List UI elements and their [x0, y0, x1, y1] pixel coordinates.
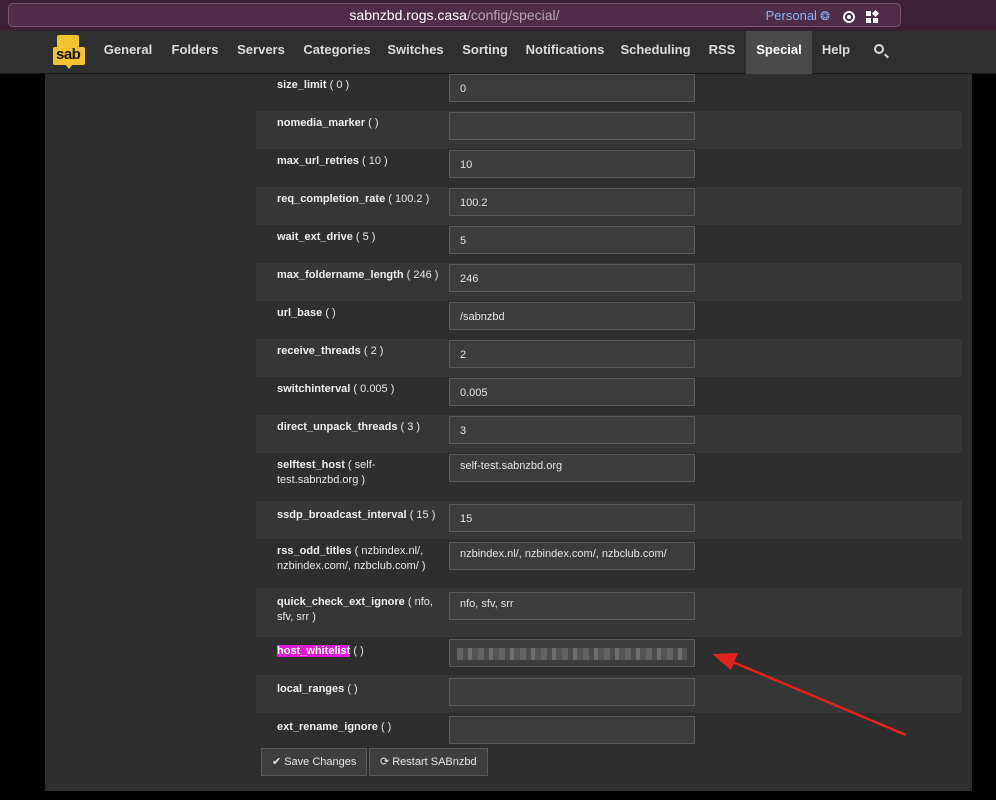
setting-row-switchinterval: switchinterval ( 0.005 ) 0.005 [256, 377, 962, 415]
setting-label: switchinterval ( 0.005 ) [277, 383, 395, 395]
quick-check-ext-ignore-input[interactable]: nfo, sfv, srr [449, 592, 695, 620]
nav-folders[interactable]: Folders [162, 31, 228, 74]
max-foldername-length-input[interactable]: 246 [449, 264, 695, 292]
nav-help[interactable]: Help [813, 31, 859, 74]
main-nav: sab General Folders Servers Categories S… [0, 31, 996, 74]
setting-row-local-ranges: local_ranges ( ) [256, 675, 962, 713]
profile-indicator[interactable]: Personal ❂ [766, 8, 830, 23]
url-host: sabnzbd.rogs.casa [349, 7, 467, 23]
nav-rss[interactable]: RSS [699, 31, 745, 74]
setting-label: req_completion_rate ( 100.2 ) [277, 193, 430, 205]
setting-label: receive_threads ( 2 ) [277, 345, 384, 357]
nav-scheduling[interactable]: Scheduling [613, 31, 698, 74]
setting-row-size-limit: size_limit ( 0 ) 0 [256, 74, 962, 111]
setting-label: ext_rename_ignore ( ) [277, 721, 392, 733]
refresh-icon: ⟳ [380, 756, 390, 768]
setting-row-max-foldername-length: max_foldername_length ( 246 ) 246 [256, 263, 962, 301]
nav-special[interactable]: Special [746, 31, 812, 74]
browser-toolbar: sabnzbd.rogs.casa/config/special/ Person… [0, 0, 996, 31]
setting-row-wait-ext-drive: wait_ext_drive ( 5 ) 5 [256, 225, 962, 263]
setting-label: direct_unpack_threads ( 3 ) [277, 421, 421, 433]
setting-label: rss_odd_titles ( nzbindex.nl/, nzbindex.… [277, 545, 426, 572]
url-path: /config/special/ [466, 7, 560, 23]
setting-label: ssdp_broadcast_interval ( 15 ) [277, 509, 436, 521]
highlighted-setting-key: host_whitelist [277, 645, 351, 657]
req-completion-rate-input[interactable]: 100.2 [449, 188, 695, 216]
setting-label: local_ranges ( ) [277, 683, 358, 695]
checkmark-icon: ✔ [272, 756, 282, 768]
setting-row-ext-rename-ignore: ext_rename_ignore ( ) [256, 713, 962, 751]
setting-label: max_url_retries ( 10 ) [277, 155, 388, 167]
save-changes-button[interactable]: ✔ Save Changes [261, 748, 368, 776]
profile-name: Personal [765, 8, 817, 23]
setting-row-nomedia-marker: nomedia_marker ( ) [256, 111, 962, 149]
setting-label: quick_check_ext_ignore ( nfo, sfv, srr ) [277, 596, 433, 623]
setting-row-host-whitelist: host_whitelist ( ) [256, 637, 962, 675]
setting-row-ssdp-broadcast-interval: ssdp_broadcast_interval ( 15 ) 15 [256, 501, 962, 539]
setting-label: wait_ext_drive ( 5 ) [277, 231, 376, 243]
setting-row-receive-threads: receive_threads ( 2 ) 2 [256, 339, 962, 377]
setting-label: max_foldername_length ( 246 ) [277, 269, 439, 281]
setting-label: selftest_host ( self-test.sabnzbd.org ) [277, 459, 376, 486]
setting-label: host_whitelist ( ) [277, 645, 364, 657]
nav-sorting[interactable]: Sorting [453, 31, 517, 74]
setting-label: nomedia_marker ( ) [277, 117, 379, 129]
nav-notifications[interactable]: Notifications [518, 31, 612, 74]
search-icon[interactable] [874, 44, 884, 54]
special-settings-list: size_limit ( 0 ) 0 nomedia_marker ( ) ma… [256, 74, 962, 751]
nav-servers[interactable]: Servers [229, 31, 293, 74]
address-bar[interactable]: sabnzbd.rogs.casa/config/special/ Person… [8, 3, 901, 27]
nav-categories[interactable]: Categories [295, 31, 379, 74]
local-ranges-input[interactable] [449, 678, 695, 706]
sab-logo[interactable]: sab [53, 35, 85, 69]
setting-row-rss-odd-titles: rss_odd_titles ( nzbindex.nl/, nzbindex.… [256, 539, 962, 588]
setting-row-direct-unpack-threads: direct_unpack_threads ( 3 ) 3 [256, 415, 962, 453]
nav-general[interactable]: General [96, 31, 160, 74]
rss-odd-titles-input[interactable]: nzbindex.nl/, nzbindex.com/, nzbclub.com… [449, 542, 695, 570]
restart-sabnzbd-button[interactable]: ⟳ Restart SABnzbd [369, 748, 488, 776]
redacted-value [457, 648, 687, 660]
setting-row-selftest-host: selftest_host ( self-test.sabnzbd.org ) … [256, 453, 962, 501]
nomedia-marker-input[interactable] [449, 112, 695, 140]
setting-label: size_limit ( 0 ) [277, 79, 350, 91]
extension-icon[interactable] [843, 11, 855, 23]
setting-row-quick-check-ext-ignore: quick_check_ext_ignore ( nfo, sfv, srr )… [256, 588, 962, 637]
fingerprint-icon: ❂ [819, 9, 830, 23]
ssdp-broadcast-interval-input[interactable]: 15 [449, 504, 695, 532]
setting-row-max-url-retries: max_url_retries ( 10 ) 10 [256, 149, 962, 187]
setting-row-url-base: url_base ( ) /sabnzbd [256, 301, 962, 339]
setting-row-req-completion-rate: req_completion_rate ( 100.2 ) 100.2 [256, 187, 962, 225]
max-url-retries-input[interactable]: 10 [449, 150, 695, 178]
direct-unpack-threads-input[interactable]: 3 [449, 416, 695, 444]
ext-rename-ignore-input[interactable] [449, 716, 695, 744]
grid-extension-icon[interactable] [866, 9, 880, 23]
size-limit-input[interactable]: 0 [449, 74, 695, 102]
receive-threads-input[interactable]: 2 [449, 340, 695, 368]
setting-label: url_base ( ) [277, 307, 336, 319]
host-whitelist-input[interactable] [449, 639, 695, 667]
nav-switches[interactable]: Switches [381, 31, 450, 74]
wait-ext-drive-input[interactable]: 5 [449, 226, 695, 254]
switchinterval-input[interactable]: 0.005 [449, 378, 695, 406]
selftest-host-input[interactable]: self-test.sabnzbd.org [449, 454, 695, 482]
url-base-input[interactable]: /sabnzbd [449, 302, 695, 330]
